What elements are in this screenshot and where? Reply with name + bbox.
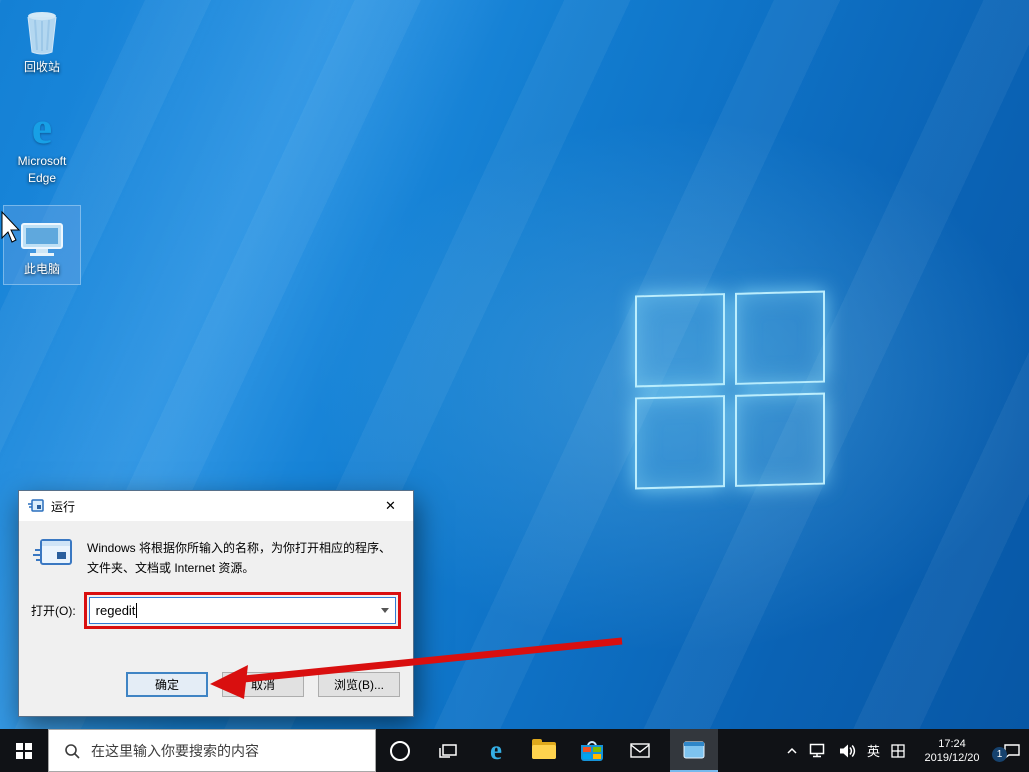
system-tray: 英 17:24 2019/12/20 1 (786, 729, 1029, 772)
taskbar-clock[interactable]: 17:24 2019/12/20 (916, 737, 988, 765)
windows-logo-pane (735, 392, 825, 487)
annotation-highlight-box: regedit (83, 592, 401, 629)
run-dialog-icon (28, 499, 44, 512)
this-pc-icon (4, 210, 80, 258)
edge-icon: e (490, 735, 502, 765)
clock-time: 17:24 (938, 737, 966, 750)
desktop-icon-label: 此电脑 (23, 262, 60, 276)
desktop-icon-label: Edge (27, 171, 57, 185)
search-input[interactable] (91, 730, 331, 771)
cancel-button[interactable]: 取消 (222, 672, 304, 697)
clock-date: 2019/12/20 (924, 751, 980, 764)
file-explorer-button[interactable] (520, 729, 568, 772)
task-view-button[interactable] (424, 729, 472, 772)
taskbar-edge-button[interactable]: e (472, 729, 520, 772)
windows-logo-pane (635, 395, 725, 490)
text-cursor (136, 603, 138, 618)
notification-badge: 1 (992, 746, 1007, 762)
active-window-icon (683, 741, 705, 758)
run-input-value: regedit (95, 603, 136, 618)
combo-dropdown-button[interactable] (375, 608, 395, 613)
windows-start-icon (16, 742, 32, 759)
run-dialog-window: 运行 ✕ Windows 将根据你所输入的名称，为你打开相应的程序、 文件夹、文… (18, 490, 414, 717)
chevron-down-icon (381, 608, 389, 613)
desktop-icon-recycle-bin[interactable]: 回收站 (6, 8, 78, 76)
windows-logo-wallpaper (635, 290, 825, 490)
ime-indicator[interactable]: 英 (867, 741, 880, 760)
cortana-icon (390, 740, 410, 761)
action-center-button[interactable]: 1 (992, 743, 1021, 762)
desktop-icon-edge[interactable]: e Microsoft Edge (6, 102, 78, 187)
mail-icon (630, 743, 650, 758)
close-icon[interactable]: ✕ (368, 491, 413, 521)
task-view-icon (439, 743, 457, 758)
desktop-icon-this-pc[interactable]: 此电脑 (3, 205, 81, 285)
chevron-up-icon (787, 747, 797, 754)
network-status-button[interactable] (809, 743, 827, 758)
run-program-icon (33, 539, 72, 565)
recycle-bin-icon (6, 8, 78, 56)
cortana-button[interactable] (376, 729, 424, 772)
taskbar-search-box[interactable] (48, 729, 376, 772)
run-open-input[interactable]: regedit (88, 597, 396, 624)
microsoft-store-button[interactable] (568, 729, 616, 772)
taskbar: e (0, 729, 1029, 772)
tray-expand-button[interactable] (786, 747, 798, 755)
run-dialog-description: Windows 将根据你所输入的名称，为你打开相应的程序、 文件夹、文档或 In… (87, 541, 392, 575)
desktop-screen: 回收站 e Microsoft Edge 此电脑 运行 ✕ Windows 将根… (0, 0, 1029, 772)
store-icon (581, 740, 603, 761)
desktop-icon-label: Microsoft (17, 154, 67, 168)
windows-logo-pane (735, 290, 825, 385)
run-dialog-title: 运行 (51, 499, 76, 514)
windows-logo-pane (635, 293, 725, 388)
browse-button[interactable]: 浏览(B)... (318, 672, 400, 697)
volume-button[interactable] (838, 743, 856, 759)
start-button[interactable] (0, 729, 48, 772)
ok-button[interactable]: 确定 (126, 672, 208, 697)
edge-icon: e (31, 102, 53, 153)
run-dialog-titlebar[interactable]: 运行 ✕ (19, 491, 413, 521)
folder-icon (532, 739, 556, 759)
network-monitor-icon (809, 743, 825, 758)
active-app-button[interactable] (670, 729, 718, 772)
open-field-label: 打开(O): (31, 604, 76, 618)
run-dialog-body: Windows 将根据你所输入的名称，为你打开相应的程序、 文件夹、文档或 In… (19, 521, 413, 717)
mail-button[interactable] (616, 729, 664, 772)
keyboard-grid-icon (891, 743, 905, 758)
desktop-icon-label: 回收站 (23, 60, 60, 74)
touch-keyboard-button[interactable] (891, 743, 905, 758)
speaker-icon (839, 744, 856, 757)
search-icon (65, 743, 80, 759)
